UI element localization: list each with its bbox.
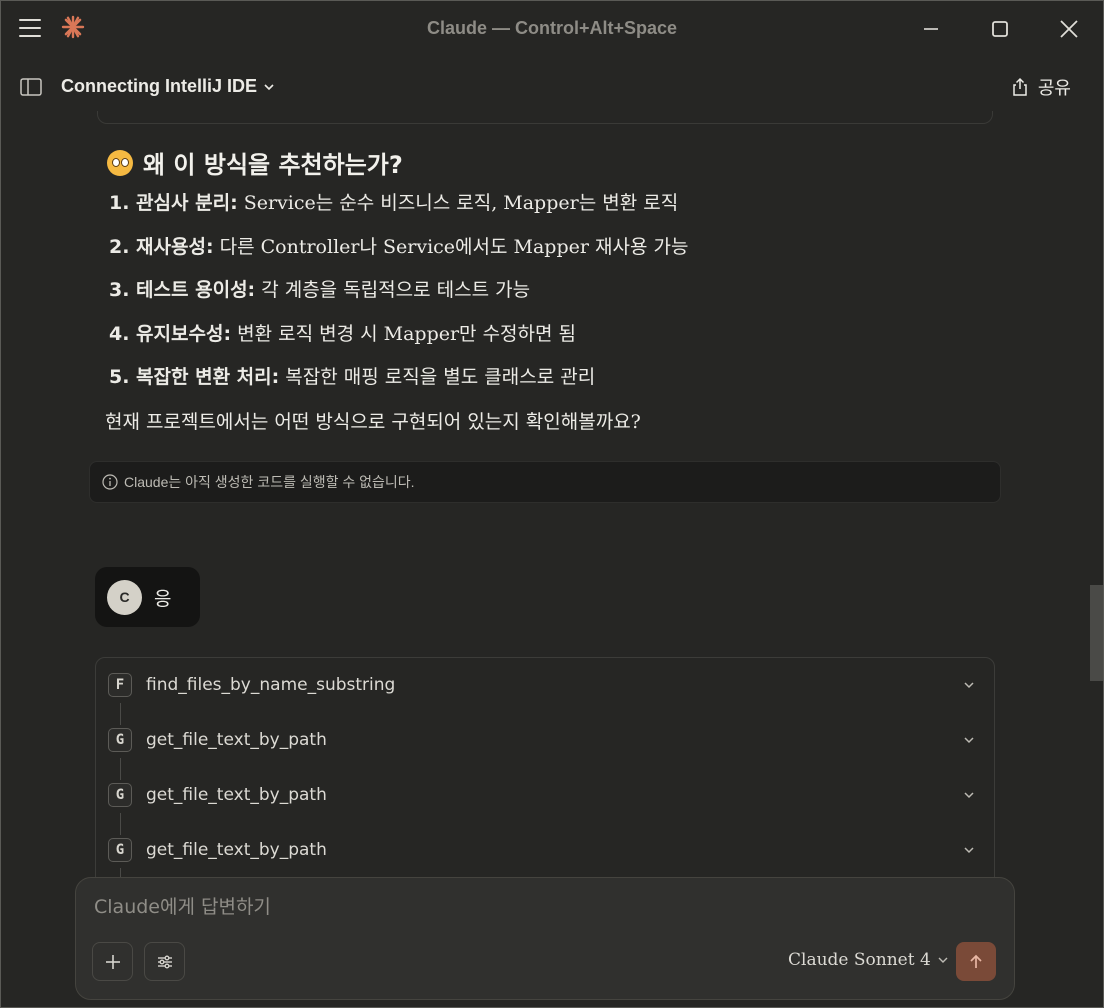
list-item: 5. 복잡한 변환 처리: 복잡한 매핑 로직을 별도 클래스로 관리 — [109, 363, 688, 407]
reply-input[interactable] — [94, 896, 894, 918]
conversation-title: Connecting IntelliJ IDE — [61, 76, 258, 96]
model-name: Claude Sonnet 4 — [788, 950, 931, 970]
chevron-down-icon — [938, 957, 948, 963]
title-bar: Claude — Control+Alt+Space — [1, 1, 1103, 57]
reason-title: 1. 관심사 분리: — [109, 192, 238, 214]
add-attachment-button[interactable] — [92, 942, 133, 981]
tool-call-row[interactable]: F find_files_by_name_substring — [108, 665, 980, 705]
list-item: 2. 재사용성: 다른 Controller나 Service에서도 Mappe… — [109, 233, 688, 277]
reason-title: 2. 재사용성: — [109, 235, 214, 258]
message-composer: Claude Sonnet 4 — [75, 877, 1015, 1000]
heading-text: 왜 이 방식을 추천하는가? — [143, 151, 403, 179]
list-item: 1. 관심사 분리: Service는 순수 비즈니스 로직, Mapper는 … — [109, 189, 688, 233]
avatar: C — [107, 579, 142, 615]
plus-icon — [105, 954, 120, 969]
chevron-down-icon — [964, 682, 974, 689]
conversation-title-dropdown[interactable]: Connecting IntelliJ IDE — [61, 76, 275, 97]
tool-badge: G — [108, 783, 132, 807]
scrollbar-thumb[interactable] — [1090, 585, 1103, 681]
close-icon[interactable] — [1057, 17, 1081, 41]
share-label: 공유 — [1037, 78, 1071, 98]
share-icon — [1013, 77, 1027, 96]
chevron-down-icon — [964, 737, 974, 744]
tool-name: get_file_text_by_path — [146, 730, 327, 750]
assistant-heading: 왜 이 방식을 추천하는가? — [107, 145, 403, 180]
tool-badge: G — [108, 728, 132, 752]
reason-list: 1. 관심사 분리: Service는 순수 비즈니스 로직, Mapper는 … — [109, 189, 688, 407]
user-message: C 응 — [95, 567, 200, 627]
reason-text: 다른 Controller나 Service에서도 Mapper 재사용 가능 — [213, 235, 689, 258]
sliders-icon — [157, 955, 172, 968]
list-item: 4. 유지보수성: 변환 로직 변경 시 Mapper만 수정하면 됨 — [109, 320, 688, 364]
conversation-header: Connecting IntelliJ IDE 공유 — [1, 63, 1103, 111]
arrow-up-icon — [970, 954, 982, 968]
user-message-text: 응 — [154, 587, 172, 610]
tool-badge: F — [108, 673, 132, 697]
chevron-down-icon — [964, 792, 974, 799]
maximize-icon[interactable] — [988, 17, 1012, 41]
sidebar-toggle-icon[interactable] — [20, 77, 42, 97]
thinking-face-icon — [107, 149, 133, 176]
tool-name: get_file_text_by_path — [146, 785, 327, 805]
reason-text: 각 계층을 독립적으로 테스트 가능 — [255, 279, 531, 301]
reason-text: Service는 순수 비즈니스 로직, Mapper는 변환 로직 — [237, 192, 679, 214]
minimize-icon[interactable] — [919, 17, 943, 41]
reason-text: 복잡한 매핑 로직을 별도 클래스로 관리 — [279, 366, 596, 388]
chevron-down-icon — [964, 847, 974, 854]
reason-text: 변환 로직 변경 시 Mapper만 수정하면 됨 — [231, 322, 577, 345]
tool-name: find_files_by_name_substring — [146, 675, 396, 695]
tool-call-row[interactable]: G get_file_text_by_path — [108, 775, 980, 815]
send-button[interactable] — [956, 942, 996, 981]
code-disclaimer: Claude는 아직 생성한 코드를 실행할 수 없습니다. — [89, 461, 1001, 503]
app-window: Claude — Control+Alt+Space Connecting In… — [0, 0, 1104, 1008]
tools-settings-button[interactable] — [144, 942, 185, 981]
previous-artifact-card — [97, 111, 993, 124]
tool-call-row[interactable]: G get_file_text_by_path — [108, 830, 980, 870]
closing-question: 현재 프로젝트에서는 어떤 방식으로 구현되어 있는지 확인해볼까요? — [105, 411, 641, 433]
tool-name: get_file_text_by_path — [146, 840, 327, 860]
reason-title: 3. 테스트 용이성: — [109, 279, 256, 301]
info-icon — [102, 474, 118, 490]
disclaimer-text: Claude는 아직 생성한 코드를 실행할 수 없습니다. — [124, 474, 415, 490]
share-button[interactable]: 공유 — [1010, 74, 1071, 100]
chevron-down-icon — [264, 83, 274, 90]
model-selector[interactable]: Claude Sonnet 4 — [788, 950, 949, 970]
reason-title: 5. 복잡한 변환 처리: — [109, 366, 280, 388]
tool-call-row[interactable]: G get_file_text_by_path — [108, 720, 980, 760]
chat-content: 왜 이 방식을 추천하는가? 1. 관심사 분리: Service는 순수 비즈… — [1, 111, 1089, 1007]
tool-badge: G — [108, 838, 132, 862]
reason-title: 4. 유지보수성: — [109, 322, 232, 345]
list-item: 3. 테스트 용이성: 각 계층을 독립적으로 테스트 가능 — [109, 276, 688, 320]
